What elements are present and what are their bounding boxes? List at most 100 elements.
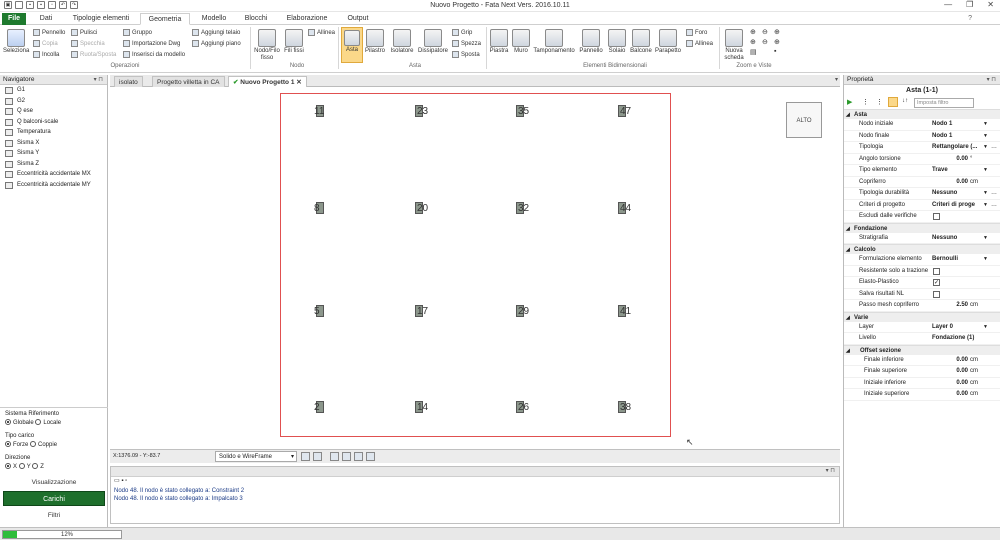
tab-tipologie-elementi[interactable]: Tipologie elementi	[64, 13, 138, 25]
export-icon[interactable]	[330, 452, 339, 461]
drawing-canvas[interactable]: 11 23 35 47 8 20 32 44 5 17 29 41 2 14 26 38 ALTO ↖	[110, 87, 838, 449]
pulisci-button[interactable]: Pulisci	[71, 29, 97, 36]
isolatore-button[interactable]: Isolatore	[389, 29, 415, 55]
maximize-button[interactable]: ❐	[966, 0, 973, 9]
filtri-button[interactable]: Filtri	[3, 509, 105, 522]
categorize-icon[interactable]	[888, 97, 898, 107]
foro-button[interactable]: Foro	[686, 29, 707, 36]
prop-row[interactable]: Nodo iniziale Nodo 1 ▼	[844, 119, 1000, 131]
prop-row[interactable]: Iniziale inferiore 0.00 cm	[844, 378, 1000, 389]
print-view-icon[interactable]	[366, 452, 375, 461]
tab-output[interactable]: Output	[340, 13, 376, 25]
pennello-button[interactable]: Pennello	[33, 29, 65, 36]
prop-row[interactable]: Criteri di progetto Criteri di proge ▼…	[844, 200, 1000, 212]
checkbox[interactable]: ✓	[933, 279, 940, 286]
radio-x[interactable]	[5, 463, 11, 470]
pin-icon[interactable]: ▾ ⊓	[826, 467, 835, 474]
balcone-button[interactable]: Balcone	[629, 29, 653, 55]
sposta-button[interactable]: Sposta	[452, 51, 480, 58]
specchia-button[interactable]: Specchia	[71, 40, 105, 47]
category-fondazione[interactable]: Fondazione	[844, 222, 1000, 234]
navigator-item[interactable]: G2	[0, 96, 107, 107]
tamponamento-button[interactable]: Tamponamento	[532, 29, 576, 55]
save-view-icon[interactable]: ▪	[774, 48, 784, 56]
spezza-button[interactable]: Spezza	[452, 40, 481, 47]
tab-geometria[interactable]: Geometria	[140, 13, 190, 25]
view-cube[interactable]: ALTO	[786, 102, 822, 138]
ellipsis-icon[interactable]: …	[991, 188, 997, 200]
pilastro-button[interactable]: Pilastro	[364, 29, 386, 55]
ellipsis-icon[interactable]: …	[991, 200, 997, 212]
nuova-scheda-button[interactable]: Nuova scheda	[722, 29, 746, 62]
prop-row[interactable]: Nodo finale Nodo 1 ▼	[844, 131, 1000, 142]
prop-row[interactable]: Finale superiore 0.00 cm	[844, 366, 1000, 378]
zoom-window-icon[interactable]: ⊕	[774, 28, 784, 36]
help-icon[interactable]: ?	[968, 15, 972, 22]
tab-isolato[interactable]: isolato	[114, 76, 143, 87]
copy-image-icon[interactable]	[354, 452, 363, 461]
inserisci-modello-button[interactable]: Inserisci da modello	[123, 51, 185, 58]
seleziona-button[interactable]: Seleziona	[3, 29, 29, 55]
checkbox[interactable]	[933, 290, 940, 298]
tab-dati[interactable]: Dati	[32, 13, 60, 25]
log-icon[interactable]: ▭	[114, 478, 120, 484]
prop-row[interactable]: Passo mesh copriferro 2.50 cm	[844, 300, 1000, 312]
radio-z[interactable]	[32, 463, 39, 470]
ellipsis-icon[interactable]: …	[991, 142, 997, 154]
radio-locale[interactable]	[35, 419, 42, 426]
prop-row[interactable]: Layer Layer 0 ▼	[844, 322, 1000, 333]
radio-y[interactable]	[18, 463, 25, 470]
filter-input[interactable]: Imposta filtro	[914, 98, 974, 108]
prop-row[interactable]: Copriferro 0.00 cm	[844, 177, 1000, 188]
tab-file[interactable]: File	[2, 13, 26, 25]
view-mode-select[interactable]: Solido e WireFrame ▾	[215, 451, 297, 462]
gruppo-button[interactable]: Gruppo	[123, 29, 152, 36]
prop-row[interactable]: Tipologia Rettangolare (... ▼…	[844, 142, 1000, 154]
navigator-item[interactable]: Q balconi-scale	[0, 117, 107, 128]
navigator-item[interactable]: Temperatura	[0, 127, 107, 138]
more-icon[interactable]: ⋮	[862, 98, 869, 106]
copia-button[interactable]: Copia	[33, 40, 58, 47]
clear-log-icon[interactable]: ▫	[125, 478, 127, 484]
category-asta[interactable]: Asta	[844, 109, 1000, 120]
category-varie[interactable]: Varie	[844, 311, 1000, 323]
category-offset-sezione[interactable]: Offset sezione	[844, 344, 1000, 356]
muro-button[interactable]: Muro	[511, 29, 531, 55]
pin-icon[interactable]: ▾ ⊓	[94, 75, 103, 85]
radio-globale[interactable]	[5, 419, 11, 426]
prop-row[interactable]: Elasto-Plastico ✓	[844, 277, 1000, 289]
piastra-button[interactable]: Piastra	[488, 29, 510, 55]
prop-row[interactable]: Escludi dalle verifiche	[844, 211, 1000, 223]
zoom-out-icon[interactable]: ⊖	[762, 28, 772, 36]
prop-row[interactable]: Tipo elemento Trave ▼	[844, 165, 1000, 177]
prop-stratigrafia[interactable]: Stratigrafia Nessuno ▼	[844, 233, 1000, 244]
dissipatore-button[interactable]: Dissipatore	[417, 29, 449, 55]
close-button[interactable]: ✕	[987, 0, 994, 9]
save-log-icon[interactable]: ▪	[121, 478, 123, 484]
view-icon[interactable]: ▤	[750, 48, 760, 56]
prop-row[interactable]: Angolo torsione 0.00 °	[844, 154, 1000, 165]
grip-button[interactable]: Grip	[452, 29, 472, 36]
tab-modello[interactable]: Modello	[194, 13, 234, 25]
fili-fissi-button[interactable]: Fili fissi	[284, 29, 304, 55]
nodo-filo-fisso-button[interactable]: Nodo/Filo fisso	[252, 29, 282, 62]
zoom-all-icon[interactable]: ⊕	[750, 38, 760, 46]
ruota-sposta-button[interactable]: Ruota/Sposta	[71, 51, 116, 58]
navigator-item[interactable]: Sisma X	[0, 138, 107, 149]
snapshot-icon[interactable]	[342, 452, 351, 461]
navigator-item[interactable]: Eccentricità accidentale MX	[0, 169, 107, 180]
zoom-in-icon[interactable]: ⊕	[750, 28, 760, 36]
aggiungi-piano-button[interactable]: Aggiungi piano	[192, 40, 241, 47]
navigator-item[interactable]: Q ese	[0, 106, 107, 117]
solaio-button[interactable]: Solaio	[606, 29, 628, 55]
pin-icon[interactable]: ▾ ⊓	[987, 75, 996, 85]
tabs-menu-icon[interactable]: ▾	[835, 76, 838, 83]
checkbox[interactable]	[933, 213, 940, 220]
zoom-extents-icon[interactable]: ⊕	[774, 38, 784, 46]
navigator-item[interactable]: Eccentricità accidentale MY	[0, 180, 107, 191]
sort-icon[interactable]: ↓↑	[902, 98, 908, 104]
incolla-button[interactable]: Incolla	[33, 51, 59, 58]
render-icon[interactable]	[301, 452, 310, 461]
navigator-item[interactable]: Sisma Y	[0, 148, 107, 159]
visualizzazione-button[interactable]: Visualizzazione	[3, 476, 105, 489]
